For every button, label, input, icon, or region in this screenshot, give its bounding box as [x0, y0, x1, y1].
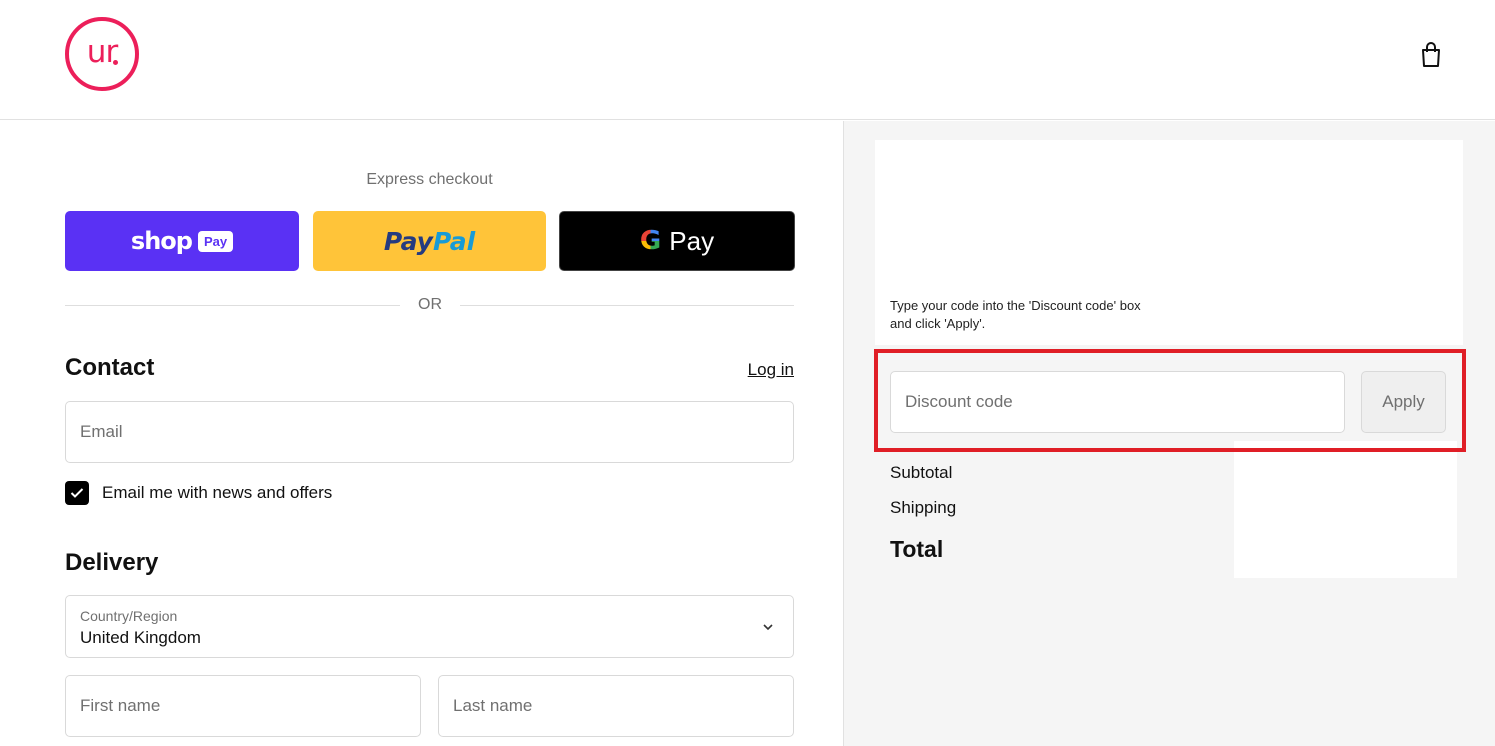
subtotal-label: Subtotal — [890, 463, 953, 482]
shop-pay-wordmark: shop — [130, 227, 193, 255]
last-name-input[interactable] — [439, 676, 793, 736]
google-pay-button[interactable]: G Pay — [559, 211, 795, 271]
email-input[interactable] — [66, 402, 793, 462]
promo-instruction-text: Type your code into the 'Discount code' … — [890, 298, 1141, 331]
newsletter-label: Email me with news and offers — [102, 483, 333, 502]
ur-logo[interactable]: ur — [65, 17, 139, 91]
checkmark-icon — [70, 488, 84, 498]
newsletter-checkbox[interactable] — [65, 481, 89, 505]
last-name-field[interactable] — [438, 675, 794, 737]
promo-instruction-panel: Type your code into the 'Discount code' … — [875, 140, 1463, 345]
email-field[interactable] — [65, 401, 794, 463]
total-label: Total — [890, 536, 944, 562]
checkout-form-panel: Express checkout shop Pay PayPal G Pay O… — [0, 121, 843, 746]
country-select[interactable]: Country/Region United Kingdom — [65, 595, 794, 658]
shop-pay-button[interactable]: shop Pay — [65, 211, 299, 271]
paypal-button[interactable]: PayPal — [313, 211, 546, 271]
country-caption: Country/Region — [80, 608, 178, 624]
delivery-heading: Delivery — [65, 549, 159, 576]
google-g-icon: G — [639, 226, 662, 256]
discount-code-field[interactable] — [890, 371, 1345, 433]
first-name-input[interactable] — [66, 676, 420, 736]
google-pay-wordmark: Pay — [669, 225, 715, 256]
apply-button[interactable]: Apply — [1361, 371, 1446, 433]
or-divider-right — [460, 305, 794, 306]
paypal-wordmark: PayPal — [384, 227, 475, 256]
country-value: United Kingdom — [80, 628, 201, 647]
shipping-label: Shipping — [890, 498, 957, 517]
discount-code-input[interactable] — [891, 372, 1344, 432]
login-link[interactable]: Log in — [700, 360, 794, 380]
paypal-word-2: Pal — [432, 226, 476, 256]
or-divider-left — [65, 305, 400, 306]
or-divider-text: OR — [418, 296, 442, 313]
contact-heading: Contact — [65, 354, 155, 381]
logo-dot — [113, 60, 118, 65]
totals-value-panel — [1234, 441, 1457, 578]
logo-text: ur — [86, 34, 118, 70]
express-checkout-title: Express checkout — [366, 171, 493, 188]
shopping-bag-icon[interactable] — [1418, 41, 1444, 69]
paypal-word-1: Pay — [383, 226, 433, 256]
first-name-field[interactable] — [65, 675, 421, 737]
order-summary-panel: Type your code into the 'Discount code' … — [843, 121, 1495, 746]
site-header: ur — [0, 0, 1495, 120]
shop-pay-badge: Pay — [197, 230, 234, 252]
chevron-down-icon — [763, 624, 773, 631]
